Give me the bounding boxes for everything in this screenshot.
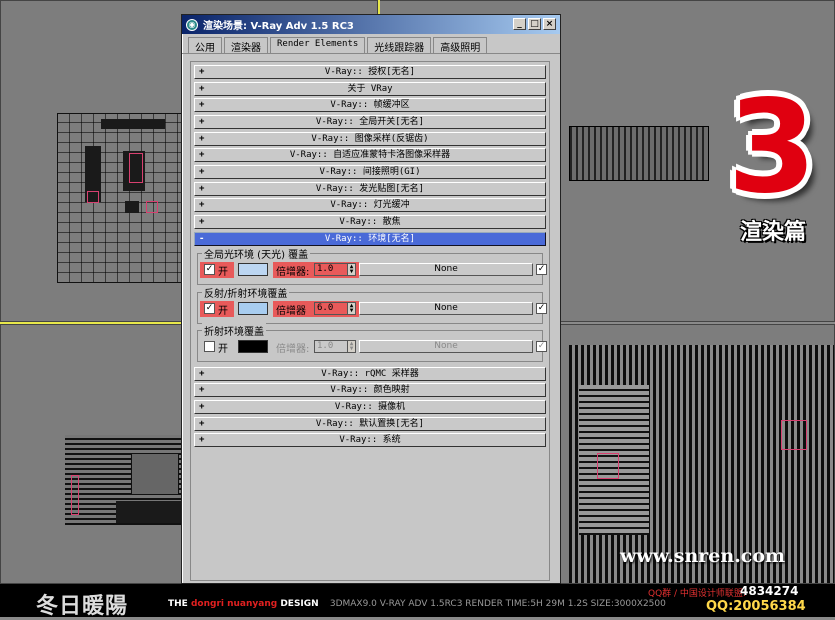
refl-map-button[interactable]: None bbox=[359, 302, 533, 315]
design-suffix: DESIGN bbox=[280, 599, 319, 609]
tab-renderer[interactable]: 渲染器 bbox=[224, 37, 268, 54]
plan-furniture bbox=[101, 119, 165, 129]
window-title: 渲染场景: V-Ray Adv 1.5 RC3 bbox=[203, 21, 354, 32]
gi-on-label: 开 bbox=[218, 267, 228, 278]
refr-map-checkbox[interactable]: ✓ bbox=[536, 341, 547, 352]
render-specs: 3DMAX9.0 V-RAY ADV 1.5RC3 RENDER TIME:5H… bbox=[329, 599, 666, 609]
elevation-sofa bbox=[116, 501, 191, 523]
tab-bar: 公用 渲染器 Render Elements 光线跟踪器 高级照明 bbox=[182, 34, 560, 54]
minimize-button[interactable]: _ bbox=[513, 18, 526, 30]
rollout-rqmc-sampler[interactable]: + V-Ray:: rQMC 采样器 bbox=[194, 367, 546, 381]
footer-brand: 冬日暖陽 bbox=[36, 594, 129, 619]
rollout-indirect-illumination[interactable]: + V-Ray:: 间接照明(GI) bbox=[194, 165, 546, 179]
refr-on-label: 开 bbox=[218, 344, 228, 355]
app-icon: ◉ bbox=[186, 18, 198, 31]
refr-color-swatch[interactable] bbox=[238, 340, 268, 353]
chapter-number: 3 bbox=[727, 73, 817, 222]
group-refr-title: 折射环境覆盖 bbox=[202, 323, 266, 338]
perspective-lamp bbox=[781, 420, 807, 450]
maximize-button[interactable]: □ bbox=[528, 18, 541, 30]
refr-override-checkbox[interactable] bbox=[204, 341, 215, 352]
group-reflection-environment: 反射/折射环境覆盖 ✓ 开 倍增器 6.0 ▲ ▼ None ✓ bbox=[197, 285, 547, 324]
rollout-image-sampler[interactable]: + V-Ray:: 图像采样(反锯齿) bbox=[194, 132, 546, 146]
plan-light bbox=[87, 191, 99, 203]
rollout-light-cache[interactable]: + V-Ray:: 灯光缓冲 bbox=[194, 198, 546, 212]
rollout-global-switches[interactable]: + V-Ray:: 全局开关[无名] bbox=[194, 115, 546, 129]
refl-on-label: 开 bbox=[218, 306, 228, 317]
elevation-light bbox=[71, 475, 79, 515]
group-refl-title: 反射/折射环境覆盖 bbox=[202, 285, 290, 300]
refr-multiplier-label: 倍增器: bbox=[276, 344, 310, 355]
qq-group-number: 4834274 bbox=[740, 584, 799, 598]
gi-map-checkbox[interactable]: ✓ bbox=[536, 264, 547, 275]
refr-multiplier-spinner[interactable]: 1.0 ▲ ▼ bbox=[314, 340, 356, 353]
rollout-default-displacement[interactable]: + V-Ray:: 默认置换[无名] bbox=[194, 417, 546, 431]
gi-multiplier-spinner[interactable]: 1.0 ▲ ▼ bbox=[314, 263, 356, 276]
rollout-irradiance-map[interactable]: + V-Ray:: 发光贴图[无名] bbox=[194, 182, 546, 196]
tab-advanced-lighting[interactable]: 高级照明 bbox=[433, 37, 488, 54]
title-bar[interactable]: ◉ 渲染场景: V-Ray Adv 1.5 RC3 _ □ × bbox=[182, 15, 560, 34]
refr-map-button[interactable]: None bbox=[359, 340, 533, 353]
rollout-color-mapping[interactable]: + V-Ray:: 颜色映射 bbox=[194, 383, 546, 397]
rollout-adaptive-qmc[interactable]: + V-Ray:: 自适应准蒙特卡洛图像采样器 bbox=[194, 148, 546, 162]
refl-multiplier-label: 倍增器 bbox=[276, 306, 306, 317]
tab-common[interactable]: 公用 bbox=[188, 37, 222, 54]
refl-override-checkbox[interactable]: ✓ bbox=[204, 303, 215, 314]
plan-light bbox=[129, 153, 143, 183]
rollout-system[interactable]: + V-Ray:: 系统 bbox=[194, 433, 546, 447]
plan-furniture bbox=[125, 201, 139, 213]
design-name: dongri nuanyang bbox=[190, 599, 278, 609]
footer-banner: 冬日暖陽 THE dongri nuanyang DESIGN 3DMAX9.0… bbox=[0, 584, 835, 619]
rollout-frame-buffer[interactable]: + V-Ray:: 帧缓冲区 bbox=[194, 98, 546, 112]
chapter-title: 渲染篇 bbox=[739, 220, 806, 245]
gi-color-swatch[interactable] bbox=[238, 263, 268, 276]
rollout-camera[interactable]: + V-Ray:: 摄像机 bbox=[194, 400, 546, 414]
perspective-lamp bbox=[597, 453, 619, 479]
group-gi-environment: 全局光环境 (天光) 覆盖 ✓ 开 倍增器: 1.0 ▲ ▼ None ✓ bbox=[197, 246, 547, 285]
group-gi-title: 全局光环境 (天光) 覆盖 bbox=[202, 246, 311, 261]
gi-multiplier-label: 倍增器: bbox=[276, 267, 310, 278]
tab-raytracer[interactable]: 光线跟踪器 bbox=[367, 37, 432, 54]
refl-multiplier-spinner[interactable]: 6.0 ▲ ▼ bbox=[314, 302, 356, 315]
rollout-environment[interactable]: - V-Ray:: 环境[无名] bbox=[194, 232, 546, 246]
rollout-authorization[interactable]: + V-Ray:: 授权[无名] bbox=[194, 65, 546, 79]
footer-design: THE dongri nuanyang DESIGN 3DMAX9.0 V-RA… bbox=[168, 599, 666, 609]
active-viewport-border bbox=[378, 0, 380, 14]
front-elevation bbox=[569, 126, 709, 181]
refl-color-swatch[interactable] bbox=[238, 302, 268, 315]
render-scene-dialog: ◉ 渲染场景: V-Ray Adv 1.5 RC3 _ □ × 公用 渲染器 R… bbox=[181, 14, 561, 584]
website-watermark: www.snren.com bbox=[620, 545, 786, 567]
rollout-about[interactable]: + 关于 VRay bbox=[194, 82, 546, 96]
elevation-panel bbox=[131, 453, 179, 495]
design-prefix: THE bbox=[168, 599, 188, 609]
qq-group-label: QQ群 / 中国设计师联盟: bbox=[648, 589, 746, 599]
floor-plan bbox=[57, 113, 183, 283]
gi-override-checkbox[interactable]: ✓ bbox=[204, 264, 215, 275]
tab-render-elements[interactable]: Render Elements bbox=[270, 37, 366, 53]
group-refraction-environment: 折射环境覆盖 开 倍增器: 1.0 ▲ ▼ None ✓ bbox=[197, 323, 547, 362]
rollout-caustics[interactable]: + V-Ray:: 散焦 bbox=[194, 215, 546, 229]
rollout-panel[interactable]: + V-Ray:: 授权[无名] + 关于 VRay + V-Ray:: 帧缓冲区 +… bbox=[190, 61, 550, 581]
gi-map-button[interactable]: None bbox=[359, 263, 533, 276]
refl-map-checkbox[interactable]: ✓ bbox=[536, 303, 547, 314]
plan-light bbox=[146, 201, 158, 213]
close-button[interactable]: × bbox=[543, 18, 556, 30]
qq-personal: QQ:20056384 bbox=[706, 599, 806, 614]
